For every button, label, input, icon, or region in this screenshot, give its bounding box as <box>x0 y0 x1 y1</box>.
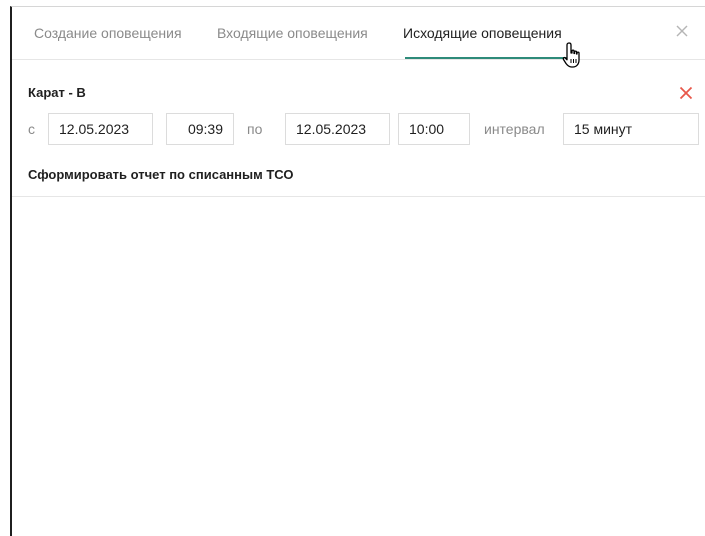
tab-create-notification[interactable]: Создание оповещения <box>34 25 182 41</box>
notifications-panel: Создание оповещения Входящие оповещения … <box>10 6 705 536</box>
interval-label: интервал <box>484 121 545 137</box>
to-time-field[interactable]: 10:00 <box>398 113 470 145</box>
tab-incoming-notifications[interactable]: Входящие оповещения <box>217 25 368 41</box>
from-date-field[interactable]: 12.05.2023 <box>48 113 153 145</box>
generate-report-button[interactable]: Сформировать отчет по списанным ТСО <box>28 167 293 182</box>
interval-select[interactable]: 15 минут <box>563 113 699 145</box>
from-time-field[interactable]: 09:39 <box>166 113 234 145</box>
notification-item-title: Карат - В <box>28 85 86 100</box>
active-tab-indicator <box>405 57 578 59</box>
close-icon[interactable] <box>673 22 691 40</box>
tab-outgoing-notifications[interactable]: Исходящие оповещения <box>403 25 562 41</box>
to-label: по <box>247 121 263 137</box>
remove-icon[interactable] <box>678 85 694 101</box>
hand-pointer-icon <box>562 42 580 68</box>
section-divider <box>12 196 705 197</box>
tab-bar: Создание оповещения Входящие оповещения … <box>12 7 705 68</box>
to-date-field[interactable]: 12.05.2023 <box>285 113 390 145</box>
from-label: с <box>28 121 35 137</box>
